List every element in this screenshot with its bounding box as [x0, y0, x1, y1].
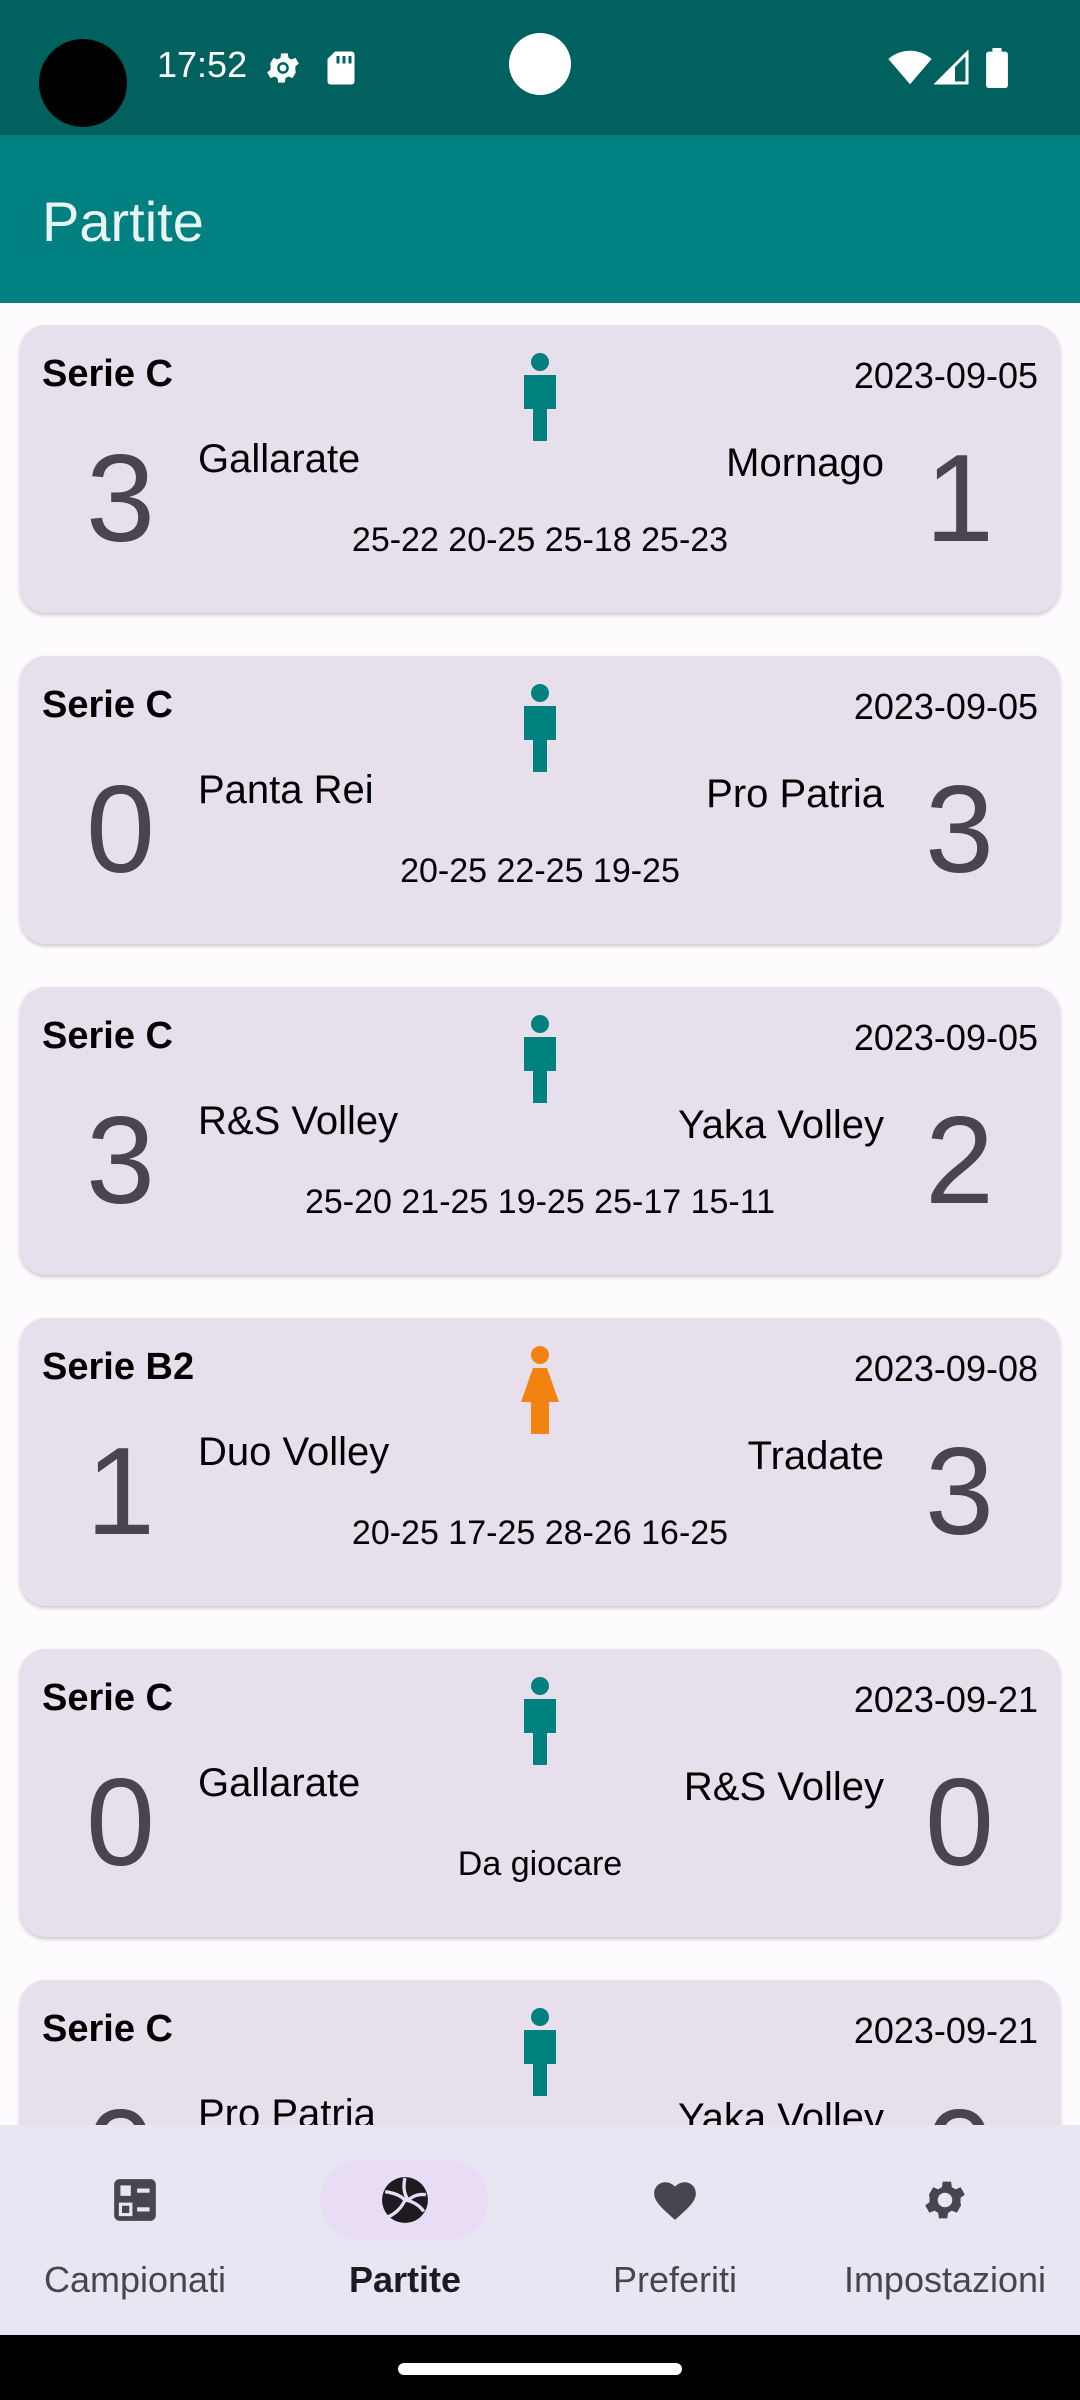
- set-scores: 20-25 17-25 28-26 16-25: [351, 1514, 729, 1552]
- nav-item-preferiti[interactable]: Preferiti: [540, 2125, 810, 2335]
- away-team: Yaka Volley: [677, 2096, 884, 2125]
- match-date: 2023-09-05: [853, 1017, 1038, 1058]
- nav-label-campionati: Campionati: [43, 2259, 227, 2300]
- away-team: Pro Patria: [706, 772, 884, 816]
- match-date: 2023-09-05: [853, 686, 1038, 727]
- nav-label-impostazioni: Impostazioni: [843, 2259, 1047, 2300]
- league-label: Serie C: [42, 2008, 173, 2050]
- match-date: 2023-09-21: [853, 2010, 1038, 2051]
- home-gesture-handle[interactable]: [398, 2363, 682, 2375]
- league-label: Serie C: [42, 684, 173, 726]
- page-title: Partite: [42, 190, 204, 253]
- match-card[interactable]: Serie C 2023-09-05 3 R&S Volley Yaka Vol…: [20, 987, 1060, 1275]
- bottom-navigation: Campionati Partite Preferiti Impostazion…: [0, 2125, 1080, 2335]
- league-label: Serie C: [42, 353, 173, 395]
- away-team: Tradate: [747, 1434, 884, 1478]
- settings-icon: [925, 2181, 965, 2219]
- home-team: Panta Rei: [198, 768, 374, 812]
- male-icon: [524, 353, 556, 441]
- home-team: Gallarate: [198, 1761, 361, 1805]
- away-team: Mornago: [726, 441, 884, 485]
- standings-icon: [114, 2179, 156, 2221]
- front-camera: [509, 33, 571, 95]
- home-score: 0: [86, 2092, 155, 2125]
- match-card[interactable]: Serie C 2023-09-05 0 Panta Rei Pro Patri…: [20, 656, 1060, 944]
- nav-label-partite: Partite: [348, 2259, 462, 2300]
- female-icon: [521, 1346, 559, 1434]
- set-scores: 20-25 22-25 19-25: [400, 852, 680, 890]
- status-bar: 17:52: [0, 0, 1080, 135]
- nav-label-preferiti: Preferiti: [612, 2259, 738, 2300]
- home-team: Pro Patria: [198, 2092, 376, 2125]
- gear-icon: [267, 53, 299, 83]
- male-icon: [524, 684, 556, 772]
- league-label: Serie C: [42, 1677, 173, 1719]
- away-team: R&S Volley: [683, 1765, 884, 1809]
- match-date: 2023-09-08: [853, 1348, 1038, 1389]
- match-date: 2023-09-05: [853, 355, 1038, 396]
- nav-item-partite[interactable]: Partite: [270, 2125, 540, 2335]
- status-time: 17:52: [157, 44, 248, 85]
- league-label: Serie C: [42, 1015, 173, 1057]
- home-team: Gallarate: [198, 437, 361, 481]
- gesture-area: [0, 2335, 1080, 2400]
- match-list[interactable]: Serie C 2023-09-05 3 Gallarate Mornago 1…: [0, 303, 1080, 2125]
- home-team: R&S Volley: [198, 1099, 399, 1143]
- set-scores: 25-20 21-25 19-25 25-17 15-11: [304, 1183, 776, 1221]
- set-scores: 25-22 20-25 25-18 25-23: [351, 521, 729, 559]
- male-icon: [524, 1677, 556, 1765]
- signal-icon: [934, 50, 969, 85]
- heart-icon: [654, 2182, 696, 2220]
- set-scores: Da giocare: [457, 1845, 623, 1883]
- sd-card-icon: [327, 51, 355, 85]
- nav-item-campionati[interactable]: Campionati: [0, 2125, 270, 2335]
- home-team: Duo Volley: [198, 1430, 390, 1474]
- match-card[interactable]: Serie C 2023-09-21 0 Gallarate R&S Volle…: [20, 1649, 1060, 1937]
- app-bar: Partite: [0, 135, 1080, 303]
- away-team: Yaka Volley: [677, 1103, 884, 1147]
- male-icon: [524, 2008, 556, 2096]
- battery-icon: [986, 48, 1008, 88]
- match-card[interactable]: Serie C 2023-09-05 3 Gallarate Mornago 1…: [20, 325, 1060, 613]
- male-icon: [524, 1015, 556, 1103]
- match-date: 2023-09-21: [853, 1679, 1038, 1720]
- camera-cutout: [39, 39, 127, 127]
- away-score: 0: [925, 2092, 994, 2125]
- match-card[interactable]: Serie B2 2023-09-08 1 Duo Volley Tradate…: [20, 1318, 1060, 1606]
- volleyball-icon: [382, 2177, 428, 2223]
- nav-item-impostazioni[interactable]: Impostazioni: [810, 2125, 1080, 2335]
- wifi-icon: [888, 50, 932, 85]
- league-label: Serie B2: [42, 1346, 195, 1388]
- match-card[interactable]: Serie C 2023-09-21 0 Pro Patria Yaka Vol…: [20, 1980, 1060, 2125]
